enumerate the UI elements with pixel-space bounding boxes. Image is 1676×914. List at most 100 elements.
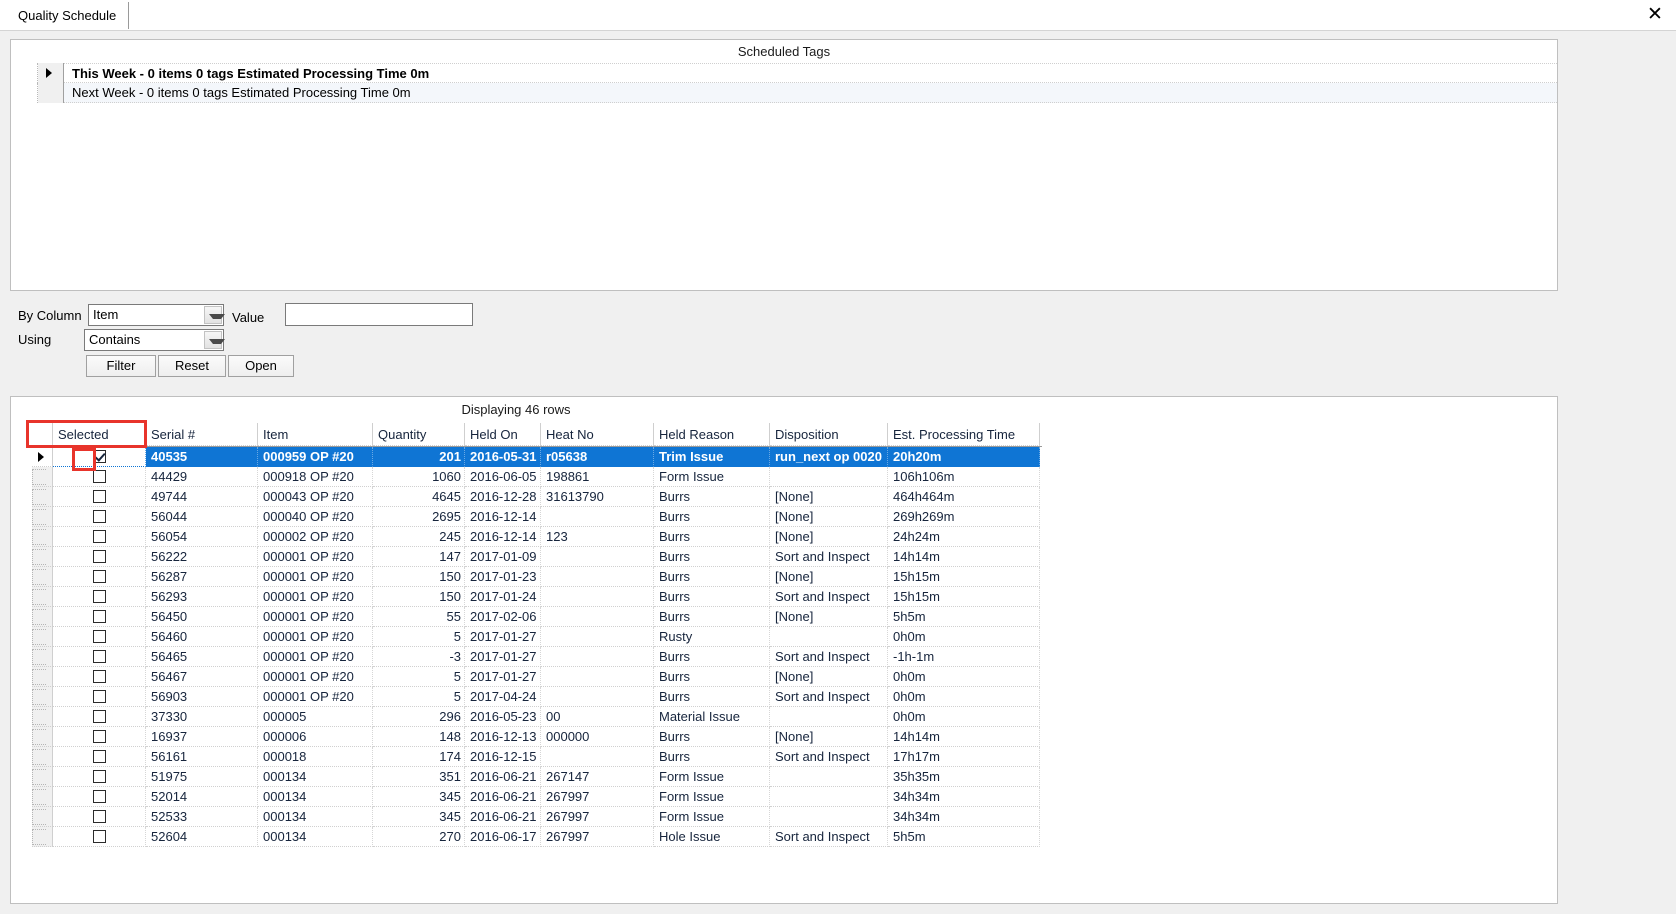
row-selector[interactable]	[32, 687, 53, 707]
cell-heat-no[interactable]: 267997	[541, 787, 654, 807]
cell-selected-checkbox[interactable]	[53, 787, 146, 807]
cell-quantity[interactable]: 5	[373, 627, 465, 647]
cell-est-time[interactable]: 0h0m	[888, 627, 1040, 647]
table-row[interactable]: 56293 000001 OP #20 150 2017-01-24 Burrs Sort…	[32, 587, 1042, 607]
table-row[interactable]: 56467 000001 OP #20 5 2017-01-27 Burrs [None]…	[32, 667, 1042, 687]
cell-quantity[interactable]: 270	[373, 827, 465, 847]
cell-quantity[interactable]: 5	[373, 687, 465, 707]
cell-heat-no[interactable]: 31613790	[541, 487, 654, 507]
cell-heat-no[interactable]: 000000	[541, 727, 654, 747]
cell-held-reason[interactable]: Burrs	[654, 687, 770, 707]
cell-selected-checkbox[interactable]	[53, 807, 146, 827]
cell-heat-no[interactable]: 267147	[541, 767, 654, 787]
cell-item[interactable]: 000018	[258, 747, 373, 767]
cell-serial[interactable]: 56903	[146, 687, 258, 707]
cell-item[interactable]: 000001 OP #20	[258, 547, 373, 567]
row-selector[interactable]	[32, 767, 53, 787]
cell-held-reason[interactable]: Burrs	[654, 607, 770, 627]
cell-serial[interactable]: 56467	[146, 667, 258, 687]
cell-held-reason[interactable]: Hole Issue	[654, 827, 770, 847]
cell-selected-checkbox[interactable]	[53, 727, 146, 747]
cell-item[interactable]: 000134	[258, 827, 373, 847]
row-expand-handle[interactable]	[38, 82, 64, 103]
row-selector[interactable]	[32, 487, 53, 507]
cell-selected-checkbox[interactable]	[53, 667, 146, 687]
cell-est-time[interactable]: 35h35m	[888, 767, 1040, 787]
cell-held-reason[interactable]: Form Issue	[654, 767, 770, 787]
checkbox-icon[interactable]	[92, 510, 106, 523]
column-header-selected[interactable]: Selected	[53, 423, 146, 446]
grid-body[interactable]: 40535 000959 OP #20 201 2016-05-31 r05638 Tri…	[32, 447, 1042, 847]
cell-selected-checkbox[interactable]	[53, 707, 146, 727]
cell-disposition[interactable]: [None]	[770, 727, 888, 747]
cell-held-on[interactable]: 2017-01-27	[465, 647, 541, 667]
cell-est-time[interactable]: 17h17m	[888, 747, 1040, 767]
table-row[interactable]: 40535 000959 OP #20 201 2016-05-31 r05638 Tri…	[32, 447, 1042, 467]
row-selector[interactable]	[32, 647, 53, 667]
row-selector[interactable]	[32, 527, 53, 547]
table-row[interactable]: 56450 000001 OP #20 55 2017-02-06 Burrs [None…	[32, 607, 1042, 627]
cell-est-time[interactable]: 5h5m	[888, 827, 1040, 847]
cell-selected-checkbox[interactable]	[53, 447, 146, 467]
cell-heat-no[interactable]	[541, 607, 654, 627]
cell-item[interactable]: 000002 OP #20	[258, 527, 373, 547]
cell-est-time[interactable]: 5h5m	[888, 607, 1040, 627]
cell-item[interactable]: 000001 OP #20	[258, 647, 373, 667]
cell-est-time[interactable]: 14h14m	[888, 727, 1040, 747]
reset-button[interactable]: Reset	[158, 355, 226, 377]
cell-serial[interactable]: 37330	[146, 707, 258, 727]
cell-quantity[interactable]: 345	[373, 787, 465, 807]
row-selector[interactable]	[32, 507, 53, 527]
cell-heat-no[interactable]	[541, 687, 654, 707]
checkbox-icon[interactable]	[92, 630, 106, 643]
cell-heat-no[interactable]	[541, 747, 654, 767]
cell-item[interactable]: 000040 OP #20	[258, 507, 373, 527]
cell-serial[interactable]: 56287	[146, 567, 258, 587]
cell-disposition[interactable]: Sort and Inspect	[770, 587, 888, 607]
cell-held-reason[interactable]: Burrs	[654, 487, 770, 507]
checkbox-icon[interactable]	[92, 490, 106, 503]
cell-serial[interactable]: 44429	[146, 467, 258, 487]
cell-heat-no[interactable]: 123	[541, 527, 654, 547]
cell-quantity[interactable]: 5	[373, 667, 465, 687]
column-header-serial[interactable]: Serial #	[146, 423, 258, 446]
checkbox-icon[interactable]	[92, 790, 106, 803]
row-selector[interactable]	[32, 607, 53, 627]
cell-item[interactable]: 000006	[258, 727, 373, 747]
checkbox-icon[interactable]	[92, 750, 106, 763]
checkbox-checked-icon[interactable]	[92, 450, 106, 463]
cell-selected-checkbox[interactable]	[53, 627, 146, 647]
cell-quantity[interactable]: 351	[373, 767, 465, 787]
cell-heat-no[interactable]	[541, 647, 654, 667]
cell-held-reason[interactable]: Burrs	[654, 667, 770, 687]
cell-held-reason[interactable]: Form Issue	[654, 807, 770, 827]
cell-quantity[interactable]: 148	[373, 727, 465, 747]
cell-held-reason[interactable]: Burrs	[654, 647, 770, 667]
cell-est-time[interactable]: 15h15m	[888, 567, 1040, 587]
cell-quantity[interactable]: 2695	[373, 507, 465, 527]
checkbox-icon[interactable]	[92, 730, 106, 743]
cell-quantity[interactable]: 147	[373, 547, 465, 567]
cell-heat-no[interactable]	[541, 627, 654, 647]
cell-selected-checkbox[interactable]	[53, 467, 146, 487]
cell-heat-no[interactable]	[541, 507, 654, 527]
cell-est-time[interactable]: 34h34m	[888, 807, 1040, 827]
checkbox-icon[interactable]	[92, 770, 106, 783]
cell-held-on[interactable]: 2017-01-27	[465, 667, 541, 687]
cell-est-time[interactable]: 24h24m	[888, 527, 1040, 547]
row-selector[interactable]	[32, 727, 53, 747]
cell-held-on[interactable]: 2016-06-21	[465, 807, 541, 827]
cell-held-on[interactable]: 2016-12-13	[465, 727, 541, 747]
cell-held-on[interactable]: 2017-04-24	[465, 687, 541, 707]
cell-quantity[interactable]: 174	[373, 747, 465, 767]
column-header-est-time[interactable]: Est. Processing Time	[888, 423, 1040, 446]
cell-item[interactable]: 000134	[258, 787, 373, 807]
cell-serial[interactable]: 56293	[146, 587, 258, 607]
scheduled-tags-tree[interactable]: This Week - 0 items 0 tags Estimated Pro…	[11, 63, 1557, 103]
open-button[interactable]: Open	[228, 355, 294, 377]
cell-quantity[interactable]: 1060	[373, 467, 465, 487]
cell-quantity[interactable]: 245	[373, 527, 465, 547]
cell-est-time[interactable]: 20h20m	[888, 447, 1040, 467]
cell-disposition[interactable]	[770, 627, 888, 647]
cell-quantity[interactable]: 55	[373, 607, 465, 627]
